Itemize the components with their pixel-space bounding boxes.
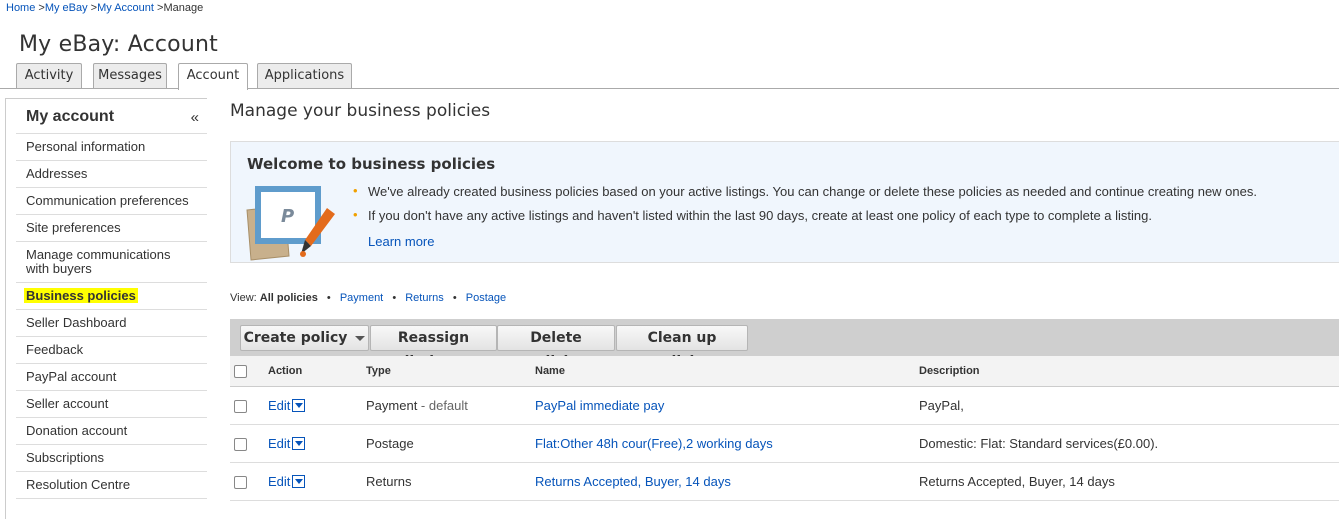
view-separator: •	[326, 292, 331, 304]
view-returns-link[interactable]: Returns	[405, 292, 444, 304]
table-row: Edit Returns Returns Accepted, Buyer, 14…	[230, 463, 1339, 501]
column-header-action: Action	[268, 365, 303, 377]
sidebar-item-label: Business policies	[24, 288, 138, 303]
table-row: Edit Postage Flat:Other 48h cour(Free),2…	[230, 425, 1339, 463]
sidebar-item-paypal-account[interactable]: PayPal account	[16, 364, 207, 391]
tab-applications[interactable]: Applications	[257, 63, 352, 88]
sidebar-item-communication-preferences[interactable]: Communication preferences	[16, 188, 207, 215]
collapse-sidebar-icon[interactable]: «	[191, 109, 199, 126]
breadcrumb-home-link[interactable]: Home	[6, 2, 35, 14]
delete-policies-button[interactable]: Delete policies	[497, 325, 615, 370]
sidebar-item-business-policies[interactable]: Business policies	[16, 283, 207, 310]
dropdown-arrow-icon[interactable]	[292, 437, 306, 451]
sidebar-item-donation-account[interactable]: Donation account	[16, 418, 207, 445]
sidebar-title: My account	[26, 108, 115, 125]
edit-link[interactable]: Edit	[268, 398, 290, 413]
view-payment-link[interactable]: Payment	[340, 292, 383, 304]
policy-type: Returns	[366, 474, 412, 489]
main-content: Manage your business policies Welcome to…	[230, 98, 1339, 501]
chevron-down-icon	[355, 335, 366, 341]
policy-description: Returns Accepted, Buyer, 14 days	[919, 474, 1115, 489]
svg-text:P: P	[281, 206, 294, 227]
row-checkbox[interactable]	[234, 400, 247, 413]
sidebar-item-addresses[interactable]: Addresses	[16, 161, 207, 188]
edit-action[interactable]: Edit	[268, 436, 306, 451]
dropdown-arrow-icon[interactable]	[292, 475, 306, 489]
policy-name-link[interactable]: Returns Accepted, Buyer, 14 days	[535, 474, 731, 489]
policy-description: PayPal,	[919, 398, 964, 413]
policy-document-icon: P	[246, 186, 335, 261]
learn-more-link[interactable]: Learn more	[368, 234, 434, 249]
sidebar-item-feedback[interactable]: Feedback	[16, 337, 207, 364]
column-header-type: Type	[366, 365, 391, 377]
row-checkbox[interactable]	[234, 438, 247, 451]
breadcrumb-separator: >	[87, 2, 98, 14]
welcome-bullet: We've already created business policies …	[353, 183, 1257, 199]
policy-description: Domestic: Flat: Standard services(£0.00)…	[919, 436, 1159, 451]
breadcrumb-separator: >	[35, 2, 45, 14]
view-separator: •	[452, 292, 457, 304]
sidebar-item-personal-information[interactable]: Personal information	[16, 134, 207, 161]
policy-type: Payment - default	[366, 398, 468, 413]
view-separator: •	[392, 292, 397, 304]
view-all-policies: All policies	[259, 292, 318, 304]
view-postage-link[interactable]: Postage	[466, 292, 506, 304]
table-row: Edit Payment - default PayPal immediate …	[230, 387, 1339, 425]
column-header-name[interactable]: Name	[535, 365, 565, 377]
policy-name-link[interactable]: PayPal immediate pay	[535, 398, 664, 413]
welcome-bullet: If you don't have any active listings an…	[353, 207, 1257, 223]
column-header-description: Description	[919, 365, 980, 377]
breadcrumb-my-account-link[interactable]: My Account	[97, 2, 154, 14]
view-label: View:	[230, 292, 257, 304]
edit-link[interactable]: Edit	[268, 474, 290, 489]
create-policy-label: Create policy	[243, 330, 348, 346]
section-title: Manage your business policies	[230, 101, 491, 121]
tab-messages[interactable]: Messages	[93, 63, 167, 88]
sidebar-item-subscriptions[interactable]: Subscriptions	[16, 445, 207, 472]
welcome-panel: Welcome to business policies P We've alr…	[230, 141, 1339, 263]
breadcrumb-my-ebay-link[interactable]: My eBay	[45, 2, 88, 14]
policy-type-label: Payment	[366, 398, 418, 413]
dropdown-arrow-icon[interactable]	[292, 399, 306, 413]
breadcrumb-current: Manage	[163, 2, 204, 14]
welcome-title: Welcome to business policies	[247, 155, 496, 173]
edit-action[interactable]: Edit	[268, 474, 306, 489]
sidebar-item-manage-communications[interactable]: Manage communications with buyers	[16, 242, 207, 283]
sidebar-header: My account «	[16, 99, 207, 134]
policy-name-link[interactable]: Flat:Other 48h cour(Free),2 working days	[535, 436, 773, 451]
sidebar-item-site-preferences[interactable]: Site preferences	[16, 215, 207, 242]
breadcrumb: Home >My eBay >My Account >Manage	[6, 2, 203, 14]
tab-account[interactable]: Account	[178, 63, 248, 90]
sidebar-item-seller-dashboard[interactable]: Seller Dashboard	[16, 310, 207, 337]
sidebar-item-seller-account[interactable]: Seller account	[16, 391, 207, 418]
table-header: Action Type Name Description	[230, 356, 1339, 387]
row-checkbox[interactable]	[234, 476, 247, 489]
view-filter: View: All policies • Payment • Returns •…	[230, 292, 506, 304]
create-policy-button[interactable]: Create policy	[240, 325, 369, 351]
sidebar: My account « Personal information Addres…	[5, 98, 207, 519]
reassign-listings-button[interactable]: Reassign listings	[370, 325, 497, 370]
policy-toolbar: Create policy Reassign listings Delete p…	[230, 319, 1339, 370]
select-all-checkbox[interactable]	[234, 365, 247, 378]
edit-link[interactable]: Edit	[268, 436, 290, 451]
tab-activity[interactable]: Activity	[16, 63, 82, 88]
default-tag: - default	[417, 398, 468, 413]
edit-action[interactable]: Edit	[268, 398, 306, 413]
policy-type: Postage	[366, 436, 414, 451]
sidebar-item-resolution-centre[interactable]: Resolution Centre	[16, 472, 207, 499]
page-title: My eBay: Account	[19, 32, 218, 57]
welcome-bullets: We've already created business policies …	[353, 183, 1257, 232]
clean-up-policies-button[interactable]: Clean up policies	[616, 325, 748, 370]
